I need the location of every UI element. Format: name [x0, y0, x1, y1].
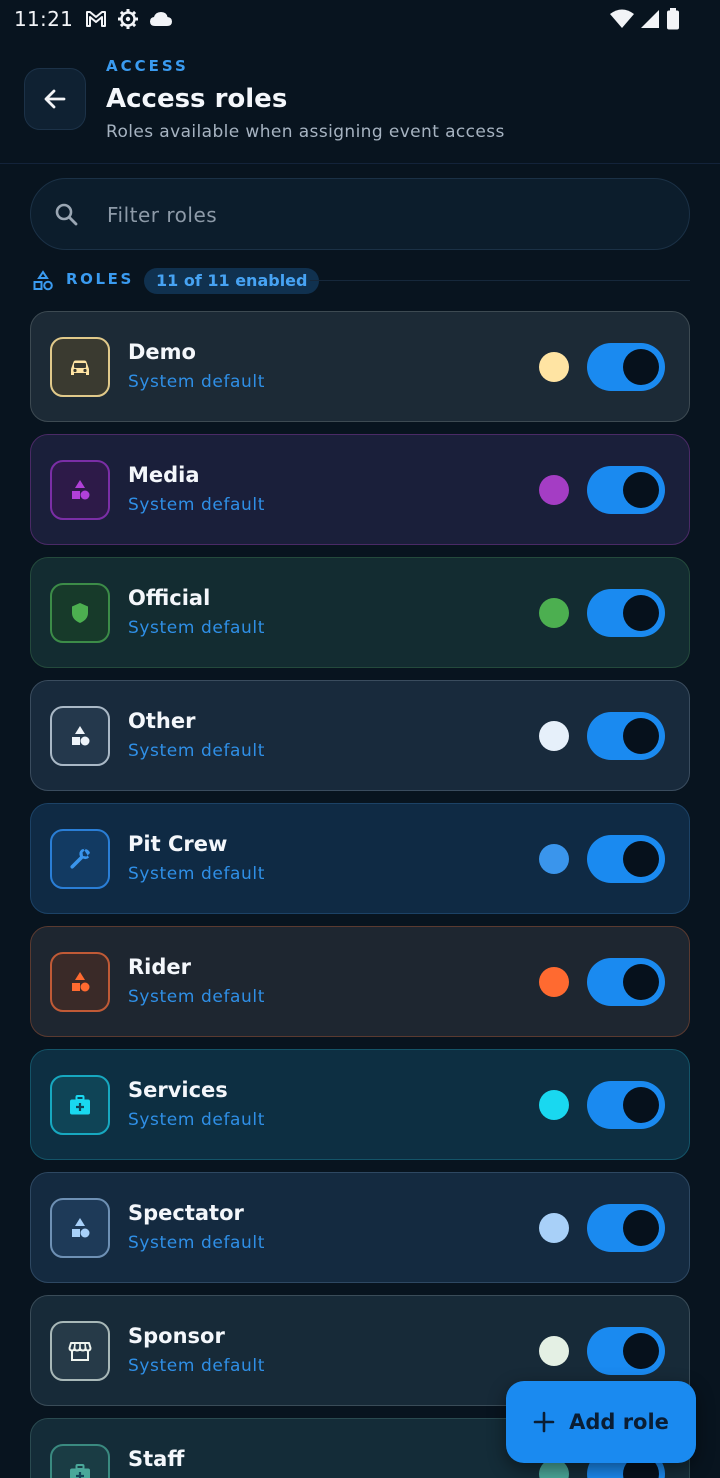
- toggle-knob: [623, 841, 659, 877]
- wrench-icon: [50, 829, 110, 889]
- gmail-icon: [86, 11, 107, 27]
- add-role-label: Add role: [569, 1410, 669, 1434]
- medical-bag-icon: [50, 1444, 110, 1478]
- role-color-dot: [539, 1213, 569, 1243]
- roles-section-header: ROLES 11 of 11 enabled: [30, 266, 690, 296]
- role-color-dot: [539, 598, 569, 628]
- role-color-dot: [539, 721, 569, 751]
- role-enabled-toggle[interactable]: [587, 466, 665, 514]
- role-color-dot: [539, 475, 569, 505]
- role-enabled-toggle[interactable]: [587, 589, 665, 637]
- battery-icon: [667, 8, 679, 30]
- role-subtitle: System default: [128, 1110, 266, 1130]
- role-subtitle: System default: [128, 864, 266, 884]
- role-color-dot: [539, 1090, 569, 1120]
- back-button[interactable]: [24, 68, 86, 130]
- role-card-demo[interactable]: Demo System default: [30, 311, 690, 422]
- arrow-back-icon: [44, 89, 66, 109]
- role-color-dot: [539, 1336, 569, 1366]
- toggle-knob: [623, 472, 659, 508]
- section-label: ROLES: [66, 270, 134, 288]
- shapes-icon: [50, 460, 110, 520]
- role-subtitle: System default: [128, 372, 266, 392]
- role-name: Services: [128, 1078, 228, 1102]
- role-card-other[interactable]: Other System default: [30, 680, 690, 791]
- role-name: Rider: [128, 955, 191, 979]
- role-enabled-toggle[interactable]: [587, 343, 665, 391]
- toggle-knob: [623, 718, 659, 754]
- role-subtitle: System default: [128, 1233, 266, 1253]
- wifi-icon: [610, 9, 634, 28]
- role-name: Sponsor: [128, 1324, 225, 1348]
- role-card-spectator[interactable]: Spectator System default: [30, 1172, 690, 1283]
- role-subtitle: System default: [128, 618, 266, 638]
- medical-bag-icon: [50, 1075, 110, 1135]
- cloud-icon: [150, 12, 173, 26]
- role-color-dot: [539, 844, 569, 874]
- role-name: Staff: [128, 1447, 185, 1471]
- plus-icon: [533, 1411, 555, 1433]
- toggle-knob: [623, 349, 659, 385]
- role-card-official[interactable]: Official System default: [30, 557, 690, 668]
- role-subtitle: System default: [128, 1356, 266, 1376]
- role-subtitle: System default: [128, 987, 266, 1007]
- page-eyebrow: ACCESS: [106, 57, 189, 75]
- role-color-dot: [539, 967, 569, 997]
- shapes-icon: [50, 1198, 110, 1258]
- enabled-count-badge: 11 of 11 enabled: [144, 268, 320, 294]
- role-enabled-toggle[interactable]: [587, 1204, 665, 1252]
- search-bar[interactable]: [30, 178, 690, 250]
- shapes-icon: [50, 952, 110, 1012]
- car-icon: [50, 337, 110, 397]
- toggle-knob: [623, 964, 659, 1000]
- shapes-icon: [50, 706, 110, 766]
- role-name: Pit Crew: [128, 832, 228, 856]
- settings-gear-icon: [118, 9, 139, 29]
- search-input[interactable]: [107, 195, 667, 235]
- app-header: ACCESS Access roles Roles available when…: [0, 48, 720, 164]
- role-card-media[interactable]: Media System default: [30, 434, 690, 545]
- storefront-icon: [50, 1321, 110, 1381]
- status-bar: 11:21: [0, 0, 720, 38]
- role-subtitle: System default: [128, 741, 266, 761]
- role-list: Demo System default Media System default Off…: [30, 311, 690, 1478]
- page-subtitle: Roles available when assigning event acc…: [106, 122, 505, 142]
- role-enabled-toggle[interactable]: [587, 958, 665, 1006]
- search-icon: [55, 203, 78, 226]
- category-shapes-icon: [33, 270, 53, 291]
- role-name: Media: [128, 463, 200, 487]
- role-card-pit-crew[interactable]: Pit Crew System default: [30, 803, 690, 914]
- toggle-knob: [623, 1210, 659, 1246]
- shield-icon: [50, 583, 110, 643]
- role-subtitle: System default: [128, 495, 266, 515]
- role-color-dot: [539, 352, 569, 382]
- status-notification-icons: [85, 8, 173, 30]
- status-time: 11:21: [14, 7, 74, 31]
- role-name: Official: [128, 586, 211, 610]
- add-role-button[interactable]: Add role: [506, 1381, 696, 1463]
- role-name: Demo: [128, 340, 196, 364]
- role-enabled-toggle[interactable]: [587, 1327, 665, 1375]
- toggle-knob: [623, 1333, 659, 1369]
- role-enabled-toggle[interactable]: [587, 1081, 665, 1129]
- role-card-rider[interactable]: Rider System default: [30, 926, 690, 1037]
- toggle-knob: [623, 595, 659, 631]
- section-divider: [310, 280, 690, 281]
- role-enabled-toggle[interactable]: [587, 835, 665, 883]
- status-system-icons: [610, 8, 680, 30]
- role-name: Other: [128, 709, 196, 733]
- role-enabled-toggle[interactable]: [587, 712, 665, 760]
- role-card-services[interactable]: Services System default: [30, 1049, 690, 1160]
- toggle-knob: [623, 1087, 659, 1123]
- role-name: Spectator: [128, 1201, 244, 1225]
- page-title: Access roles: [106, 84, 288, 114]
- cellular-signal-icon: [641, 10, 659, 28]
